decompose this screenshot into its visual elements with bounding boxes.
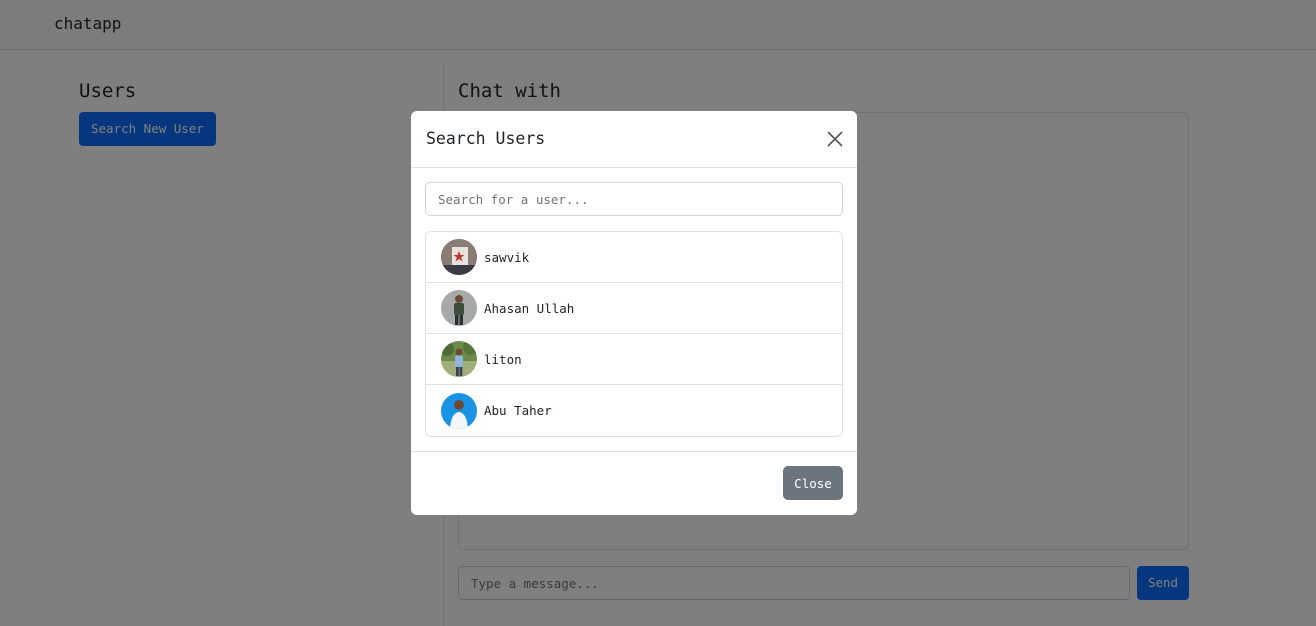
close-button[interactable]: Close <box>783 466 843 500</box>
modal-body: sawvik Ahasan Ullah <box>411 168 857 452</box>
avatar <box>441 239 477 275</box>
user-list: sawvik Ahasan Ullah liton Abu Taher <box>425 231 843 437</box>
user-name: sawvik <box>484 249 530 265</box>
modal-header: Search Users <box>411 111 857 168</box>
user-name: Abu Taher <box>484 403 552 418</box>
user-name: Ahasan Ullah <box>484 300 575 316</box>
user-item-sawvik[interactable]: sawvik <box>426 232 842 283</box>
user-search-input[interactable] <box>425 182 843 216</box>
avatar <box>441 341 477 377</box>
avatar <box>441 290 477 326</box>
modal-footer: Close <box>411 452 857 515</box>
user-item-abu-taher[interactable]: Abu Taher <box>426 385 842 436</box>
modal-title: Search Users <box>426 129 546 148</box>
user-item-liton[interactable]: liton <box>426 334 842 385</box>
avatar <box>441 392 477 429</box>
search-users-modal: Search Users sawvik <box>411 111 857 515</box>
user-name: liton <box>484 351 522 367</box>
close-icon[interactable] <box>825 129 845 149</box>
user-item-ahasan-ullah[interactable]: Ahasan Ullah <box>426 283 842 334</box>
